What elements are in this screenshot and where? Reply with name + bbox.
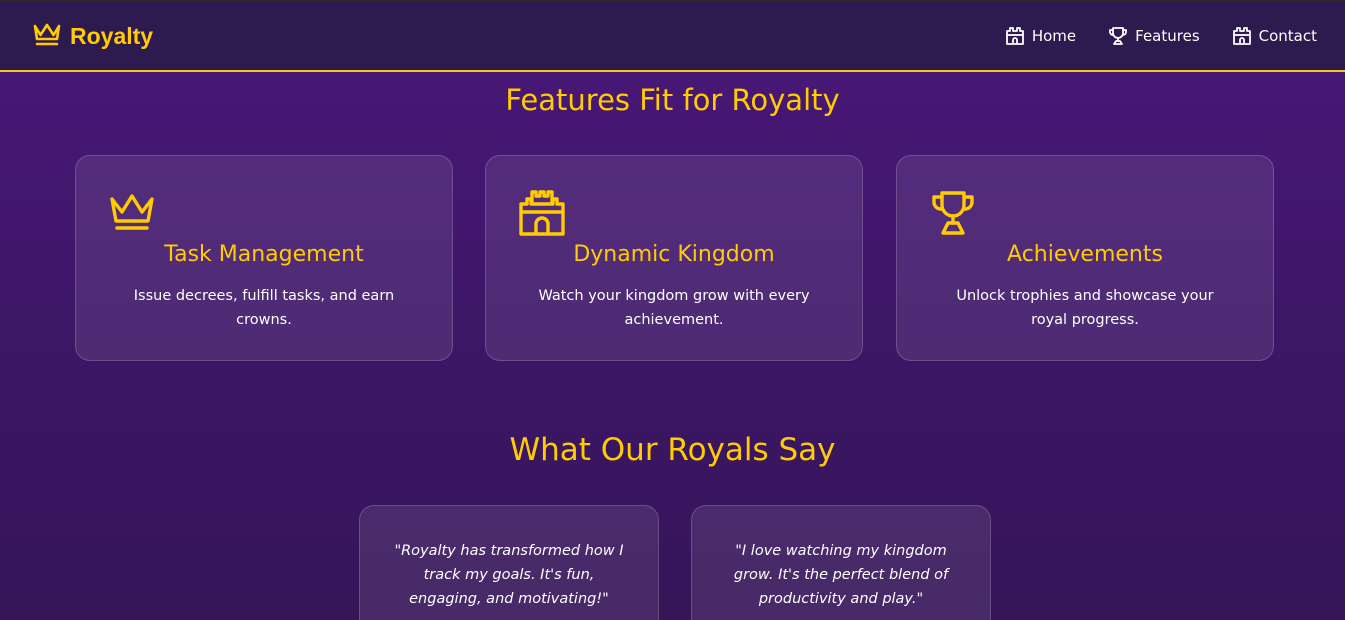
- testimonial-card: "Royalty has transformed how I track my …: [359, 505, 659, 620]
- feature-card-title: Achievements: [1007, 242, 1163, 267]
- feature-card-title: Dynamic Kingdom: [573, 242, 775, 267]
- feature-card-task-management: Task Management Issue decrees, fulfill t…: [75, 155, 453, 361]
- testimonial-card: "I love watching my kingdom grow. It's t…: [691, 505, 991, 620]
- feature-card-description: Watch your kingdom grow with every achie…: [538, 288, 810, 328]
- nav-home-link[interactable]: Home: [1005, 26, 1076, 46]
- testimonial-quote: "Royalty has transformed how I track my …: [394, 543, 624, 607]
- feature-card-description: Unlock trophies and showcase your royal …: [956, 288, 1214, 328]
- nav-contact-link[interactable]: Contact: [1232, 26, 1317, 46]
- brand-logo[interactable]: Royalty: [32, 21, 153, 51]
- crown-icon: [32, 21, 62, 51]
- testimonials-heading: What Our Royals Say: [509, 432, 836, 468]
- castle-icon: [1005, 26, 1025, 46]
- nav-features-link[interactable]: Features: [1108, 26, 1200, 46]
- trophy-icon: [1108, 26, 1128, 46]
- nav-contact-label: Contact: [1258, 27, 1317, 45]
- crown-icon: [109, 190, 155, 236]
- feature-card-achievements: Achievements Unlock trophies and showcas…: [896, 155, 1274, 361]
- feature-card-title: Task Management: [164, 242, 364, 267]
- castle-icon: [519, 190, 565, 240]
- trophy-icon: [930, 190, 976, 240]
- testimonial-quote: "I love watching my kingdom grow. It's t…: [733, 543, 949, 607]
- nav-links: Home Features Contact: [1005, 26, 1317, 46]
- feature-card-description: Issue decrees, fulfill tasks, and earn c…: [133, 288, 395, 328]
- features-heading: Features Fit for Royalty: [505, 83, 840, 117]
- castle-icon: [1232, 26, 1252, 46]
- feature-card-dynamic-kingdom: Dynamic Kingdom Watch your kingdom grow …: [485, 155, 863, 361]
- navbar: Royalty Home Features Contact: [0, 2, 1345, 72]
- brand-name: Royalty: [70, 22, 154, 49]
- nav-features-label: Features: [1135, 27, 1200, 45]
- nav-home-label: Home: [1031, 27, 1077, 45]
